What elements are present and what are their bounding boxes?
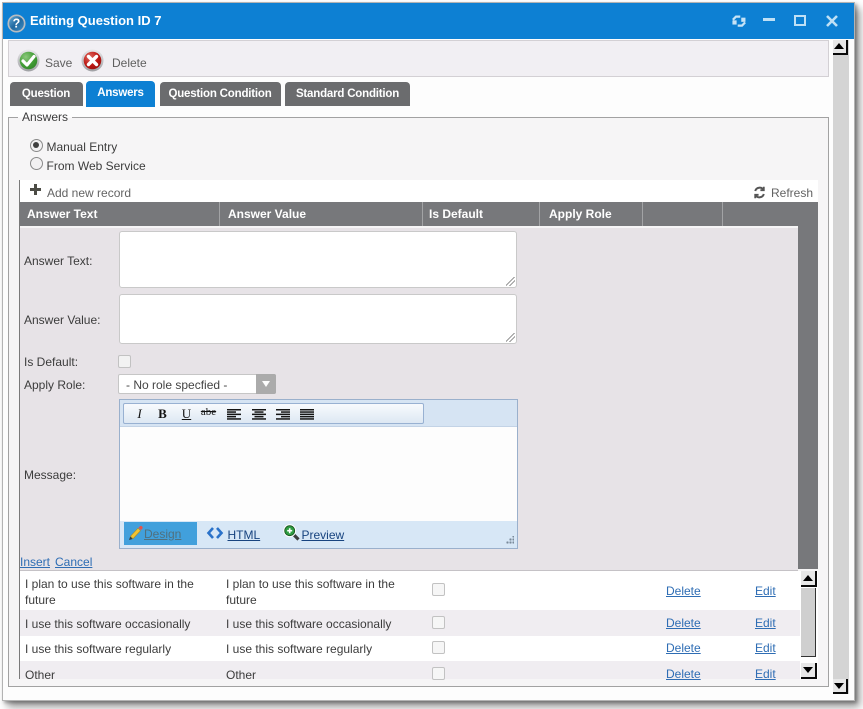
svg-text:?: ? — [13, 17, 21, 31]
